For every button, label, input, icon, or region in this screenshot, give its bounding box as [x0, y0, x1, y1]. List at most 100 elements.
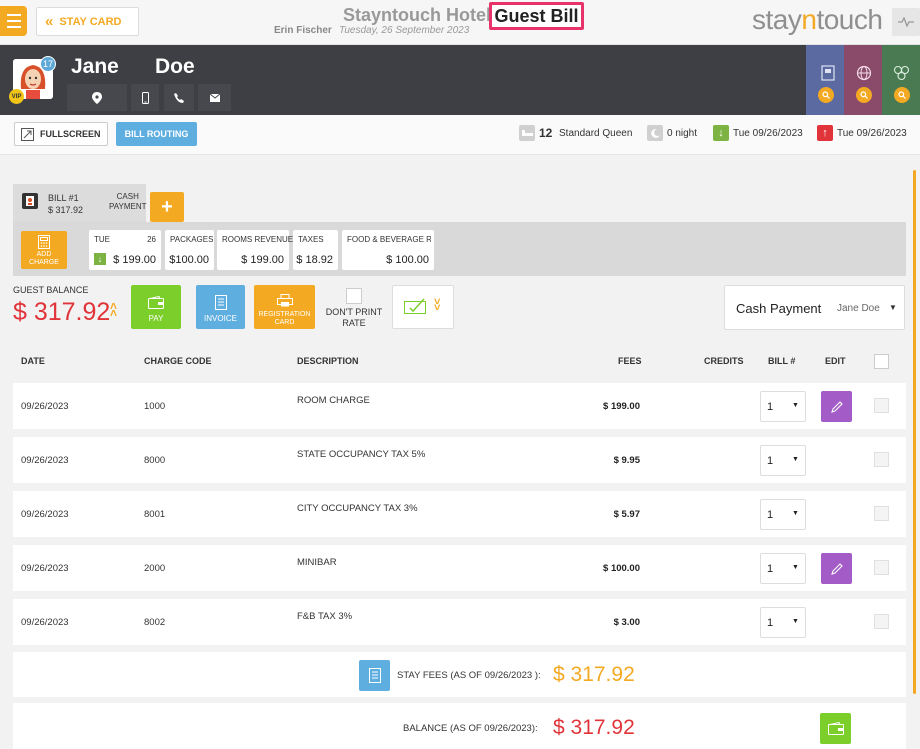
- search-icon: [894, 87, 910, 103]
- stayntouch-logo: stayntouch: [752, 4, 883, 35]
- email-icon[interactable]: [198, 84, 231, 111]
- dont-print-rate-label: DON'T PRINT RATE: [325, 307, 383, 328]
- stay-fees-value: $ 317.92: [553, 663, 635, 686]
- guest-balance-label: GUEST BALANCE: [13, 285, 89, 295]
- mobile-phone-icon[interactable]: [131, 84, 159, 111]
- header-edit: EDIT: [825, 356, 846, 366]
- add-charge-button[interactable]: ADD CHARGE: [21, 231, 67, 269]
- summary-taxes-card[interactable]: TAXES $ 18.92: [293, 230, 338, 270]
- bed-icon: [519, 125, 535, 141]
- bill-payment-type: CASH PAYMENT: [109, 192, 147, 211]
- business-date: Tuesday, 26 September 2023: [339, 25, 470, 36]
- invoice-icon: [214, 295, 227, 310]
- bill-number-select[interactable]: 1 ▼: [760, 499, 806, 530]
- balance-label: BALANCE (AS OF 09/26/2023):: [403, 723, 538, 734]
- room-type: Standard Queen: [559, 128, 633, 139]
- arrival-date: Tue 09/26/2023: [733, 128, 803, 139]
- caret-down-icon: ▼: [792, 510, 799, 517]
- row-checkbox[interactable]: [874, 398, 889, 413]
- edit-pencil-icon[interactable]: [821, 391, 852, 422]
- header-credits: CREDITS: [704, 356, 744, 366]
- bill-number-select[interactable]: 1 ▼: [760, 553, 806, 584]
- departure-arrow-icon: ↑: [817, 125, 833, 141]
- row-checkbox[interactable]: [874, 506, 889, 521]
- summary-day-card[interactable]: TUE 26 ↓ $ 199.00: [89, 230, 161, 270]
- tab-groups[interactable]: [882, 45, 920, 115]
- bill-number-select[interactable]: 1 ▼: [760, 391, 806, 422]
- header-bill-number: BILL #: [768, 356, 796, 366]
- search-icon: [818, 87, 834, 103]
- notification-badge: 17: [40, 56, 56, 72]
- menu-icon[interactable]: [0, 6, 27, 36]
- check-payment-icon: [404, 298, 426, 314]
- fullscreen-label: FULLSCREEN: [40, 129, 101, 139]
- tab-room[interactable]: [806, 45, 844, 115]
- caret-down-icon: ▼: [889, 303, 897, 312]
- table-row[interactable]: 09/26/2023 2000 MINIBAR $ 100.00 1 ▼: [13, 545, 906, 591]
- row-checkbox[interactable]: [874, 614, 889, 629]
- search-icon: [856, 87, 872, 103]
- row-checkbox[interactable]: [874, 452, 889, 467]
- page-title: Guest Bill: [489, 2, 584, 30]
- departure-date: Tue 09/26/2023: [837, 128, 907, 139]
- row-checkbox[interactable]: [874, 560, 889, 575]
- table-row[interactable]: 09/26/2023 1000 ROOM CHARGE $ 199.00 1 ▼: [13, 383, 906, 429]
- bill-tab-1[interactable]: BILL #1 $ 317.92 CASH PAYMENT: [13, 184, 146, 222]
- guest-first-name: Jane: [71, 55, 119, 78]
- vip-badge: VIP: [9, 89, 24, 104]
- header-fees: FEES: [618, 356, 642, 366]
- table-row[interactable]: 09/26/2023 8002 F&B TAX 3% $ 3.00 1 ▼: [13, 599, 906, 645]
- check-payment-button[interactable]: ˅ ˅: [392, 285, 454, 329]
- receipt-icon[interactable]: [359, 660, 390, 691]
- guest-balance-value: $ 317.92: [13, 298, 111, 326]
- double-chevron-up-icon[interactable]: ˄ ˄: [110, 300, 117, 319]
- stay-fees-label: STAY FEES (AS OF 09/26/2023 ):: [397, 670, 541, 681]
- arrival-arrow-icon: ↓: [713, 125, 729, 141]
- summary-rooms-revenue-card[interactable]: ROOMS REVENUE $ 199.00: [217, 230, 293, 270]
- expand-icon: [21, 127, 34, 141]
- printer-icon: [276, 294, 293, 307]
- invoice-button[interactable]: INVOICE: [196, 285, 245, 329]
- bill-number-select[interactable]: 1 ▼: [760, 445, 806, 476]
- header-date: DATE: [21, 356, 45, 366]
- hotel-name: Stayntouch Hotel: [343, 5, 492, 25]
- summary-food-beverage-card[interactable]: FOOD & BEVERAGE R... $ 100.00: [342, 230, 434, 270]
- payment-method-select[interactable]: Cash Payment Jane Doe ▼: [724, 285, 905, 330]
- guest-bill-icon: [22, 193, 38, 209]
- nights-count: 0 night: [667, 128, 698, 139]
- balance-value: $ 317.92: [553, 716, 635, 739]
- bill-routing-button[interactable]: BILL ROUTING: [116, 122, 197, 146]
- caret-down-icon: ▼: [792, 618, 799, 625]
- location-pin-icon[interactable]: [67, 84, 127, 111]
- user-name: Erin Fischer: [274, 25, 332, 36]
- activity-pulse-icon[interactable]: [892, 8, 920, 36]
- edit-pencil-icon[interactable]: [821, 553, 852, 584]
- bill-name: BILL #1: [48, 193, 79, 203]
- calculator-icon: [38, 235, 50, 249]
- arrival-arrow-icon: ↓: [94, 253, 106, 265]
- payment-method-label: Cash Payment: [736, 301, 822, 316]
- table-row[interactable]: 09/26/2023 8001 CITY OCCUPANCY TAX 3% $ …: [13, 491, 906, 537]
- tab-global[interactable]: [844, 45, 882, 115]
- add-bill-button[interactable]: +: [150, 192, 184, 222]
- caret-down-icon: ▼: [792, 456, 799, 463]
- double-chevron-down-icon: ˅ ˅: [434, 296, 441, 314]
- scrollbar[interactable]: [913, 170, 916, 694]
- registration-card-button[interactable]: REGISTRATION CARD: [254, 285, 315, 329]
- select-all-checkbox[interactable]: [874, 354, 889, 369]
- table-row[interactable]: 09/26/2023 8000 STATE OCCUPANCY TAX 5% $…: [13, 437, 906, 483]
- header-description: DESCRIPTION: [297, 356, 359, 366]
- phone-icon[interactable]: [164, 84, 194, 111]
- bill-amount: $ 317.92: [48, 205, 84, 215]
- caret-down-icon: ▼: [792, 402, 799, 409]
- guest-last-name: Doe: [155, 55, 195, 78]
- header-charge-code: CHARGE CODE: [144, 356, 212, 366]
- dont-print-rate-checkbox[interactable]: [346, 288, 362, 304]
- fullscreen-button[interactable]: FULLSCREEN: [14, 122, 108, 146]
- stay-card-back-button[interactable]: « STAY CARD: [36, 7, 139, 36]
- payer-name: Jane Doe: [837, 303, 880, 314]
- summary-packages-card[interactable]: PACKAGES $100.00: [165, 230, 214, 270]
- wallet-icon[interactable]: [820, 713, 851, 744]
- pay-button[interactable]: PAY: [131, 285, 181, 329]
- bill-number-select[interactable]: 1 ▼: [760, 607, 806, 638]
